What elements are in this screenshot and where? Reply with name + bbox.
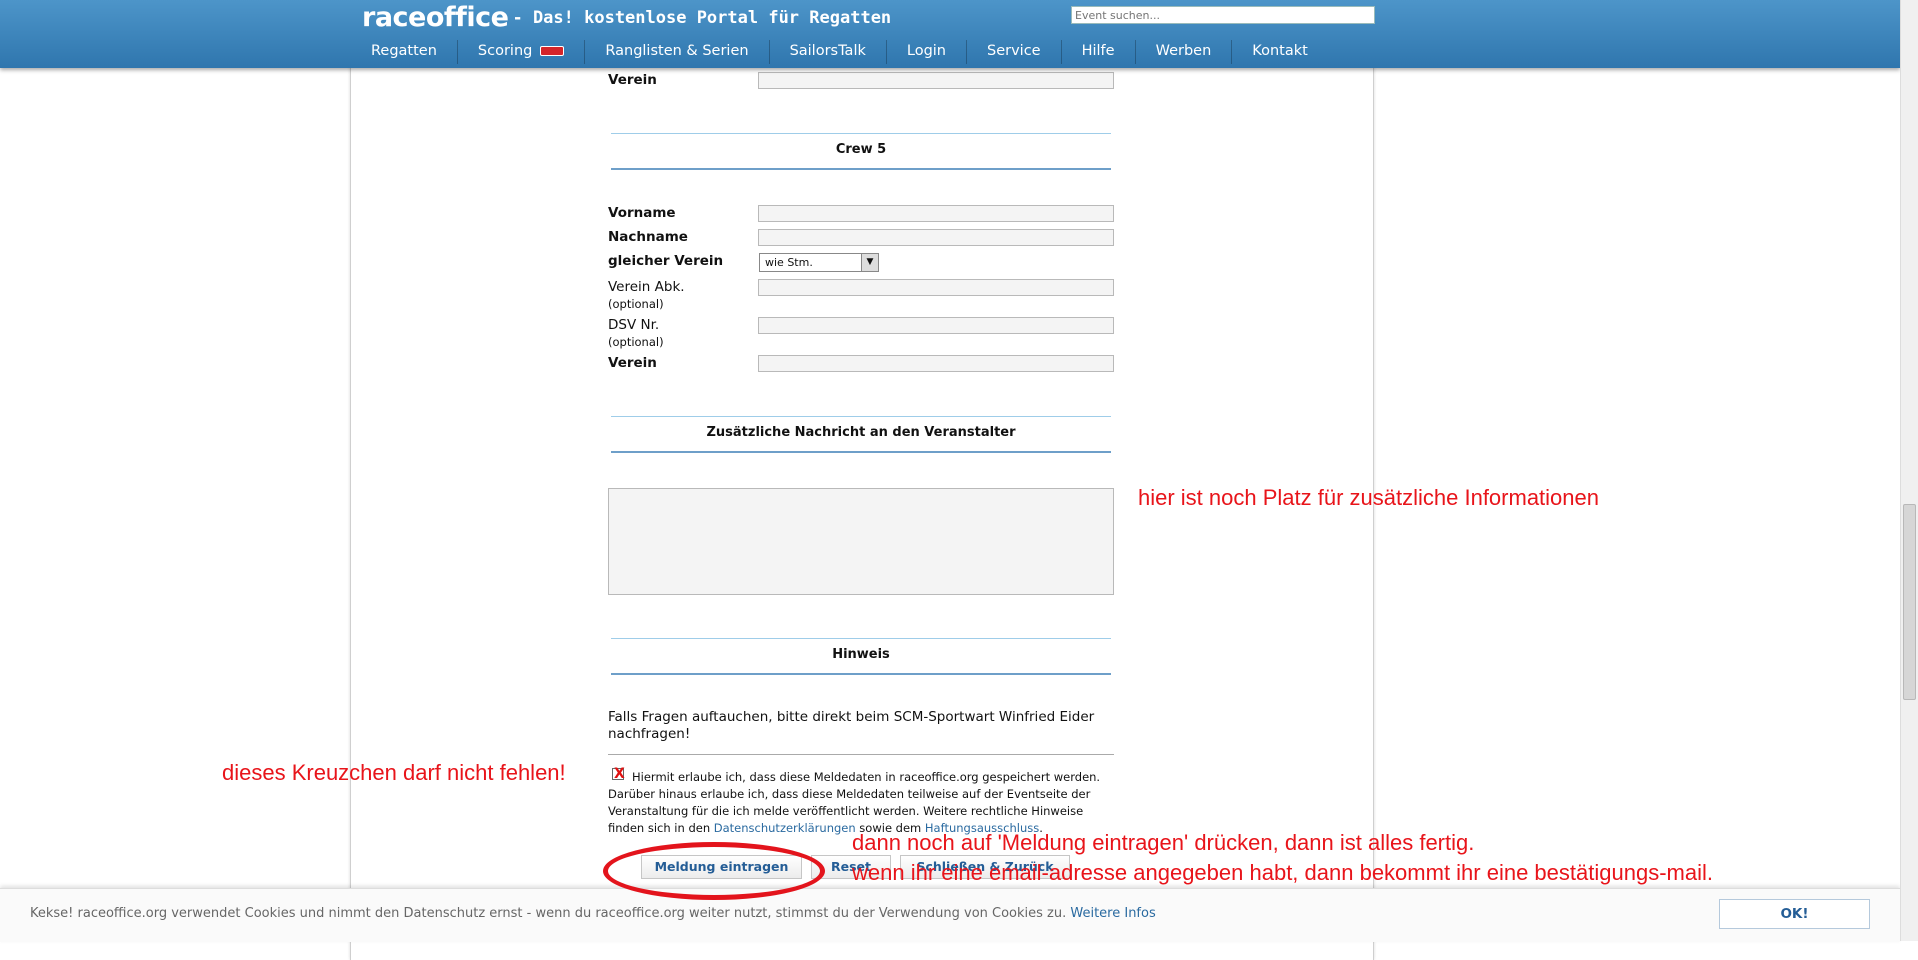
divider <box>608 754 1114 755</box>
gleicher-verein-select[interactable]: wie Stm. ▼ <box>759 253 879 272</box>
hint-text: Falls Fragen auftauchen, bitte direkt be… <box>608 709 1095 742</box>
nav-label: Werben <box>1155 43 1212 59</box>
verein-label-prev: Verein <box>608 72 657 88</box>
nachname-label: Nachname <box>608 229 688 245</box>
main-nav: Regatten Scoring Ranglisten & Serien Sai… <box>351 40 1328 64</box>
message-textarea[interactable] <box>608 488 1114 595</box>
optional-note: (optional) <box>608 297 664 311</box>
consent-checkbox[interactable]: X <box>612 766 625 782</box>
section-hint: Hinweis <box>611 638 1111 675</box>
page-scrollbar[interactable] <box>1900 0 1918 941</box>
section-title: Hinweis <box>832 647 890 662</box>
dsv-nr-field[interactable] <box>758 317 1114 334</box>
consent-text: Hiermit erlaube ich, dass diese Meldedat… <box>608 770 1101 835</box>
annotation-submit-2: wenn ihr eine email-adresse angegeben ha… <box>852 860 1713 885</box>
nav-label: Ranglisten & Serien <box>605 43 749 59</box>
verein-field[interactable] <box>758 355 1114 372</box>
nachname-field[interactable] <box>758 229 1114 246</box>
site-header: raceoffice - Das! kostenlose Portal für R… <box>0 0 1900 68</box>
more-info-link[interactable]: Weitere Infos <box>1070 906 1155 921</box>
nav-hilfe[interactable]: Hilfe <box>1062 40 1136 64</box>
gleicher-verein-label: gleicher Verein <box>608 253 724 269</box>
annotation-info-space: hier ist noch Platz für zusätzliche Info… <box>1138 485 1600 510</box>
check-mark: X <box>614 766 625 782</box>
section-title: Crew 5 <box>835 142 887 157</box>
scrollbar-thumb[interactable] <box>1903 504 1916 700</box>
cookie-text: Kekse! raceoffice.org verwendet Cookies … <box>30 906 1156 921</box>
nav-werben[interactable]: Werben <box>1136 40 1233 64</box>
nav-regatten[interactable]: Regatten <box>351 40 458 64</box>
verein-label: Verein <box>608 355 657 371</box>
new-badge <box>540 46 565 56</box>
optional-note: (optional) <box>608 335 664 349</box>
nav-label: Regatten <box>371 43 437 59</box>
nav-label: Kontakt <box>1252 43 1308 59</box>
verein-abk-label: Verein Abk. (optional) <box>608 279 685 311</box>
select-value: wie Stm. <box>765 256 813 269</box>
verein-field-prev[interactable] <box>758 72 1114 89</box>
vorname-field[interactable] <box>758 205 1114 222</box>
nav-scoring[interactable]: Scoring <box>458 40 586 64</box>
section-message: Zusätzliche Nachricht an den Veranstalte… <box>611 416 1111 453</box>
cookie-ok-button[interactable]: OK! <box>1719 899 1870 929</box>
annotation-checkbox: dieses Kreuzchen darf nicht fehlen! <box>222 760 566 785</box>
nav-login[interactable]: Login <box>887 40 967 64</box>
event-search-input[interactable] <box>1071 6 1375 24</box>
verein-abk-field[interactable] <box>758 279 1114 296</box>
brand-name: raceoffice <box>362 2 509 33</box>
vorname-label: Vorname <box>608 205 676 221</box>
nav-label: Login <box>906 43 946 59</box>
nav-kontakt[interactable]: Kontakt <box>1232 40 1328 64</box>
highlight-ellipse <box>603 842 825 900</box>
nav-sailorstalk[interactable]: SailorsTalk <box>770 40 887 64</box>
nav-label: Scoring <box>477 43 533 59</box>
section-crew5: Crew 5 <box>611 133 1111 170</box>
chevron-down-icon[interactable]: ▼ <box>861 254 878 271</box>
nav-label: Hilfe <box>1081 43 1115 59</box>
slogan: - Das! kostenlose Portal für Regatten <box>512 8 892 28</box>
logo[interactable]: raceoffice - Das! kostenlose Portal für R… <box>362 2 892 33</box>
dsv-nr-label: DSV Nr. (optional) <box>608 317 664 349</box>
section-title: Zusätzliche Nachricht an den Veranstalte… <box>706 425 1016 440</box>
nav-ranglisten[interactable]: Ranglisten & Serien <box>585 40 770 64</box>
privacy-link[interactable]: Datenschutzerklärungen <box>714 821 856 835</box>
nav-label: SailorsTalk <box>789 43 866 59</box>
annotation-submit-1: dann noch auf 'Meldung eintragen' drücke… <box>852 830 1475 855</box>
cookie-banner: Kekse! raceoffice.org verwendet Cookies … <box>0 888 1900 942</box>
nav-service[interactable]: Service <box>967 40 1062 64</box>
nav-label: Service <box>987 43 1041 59</box>
